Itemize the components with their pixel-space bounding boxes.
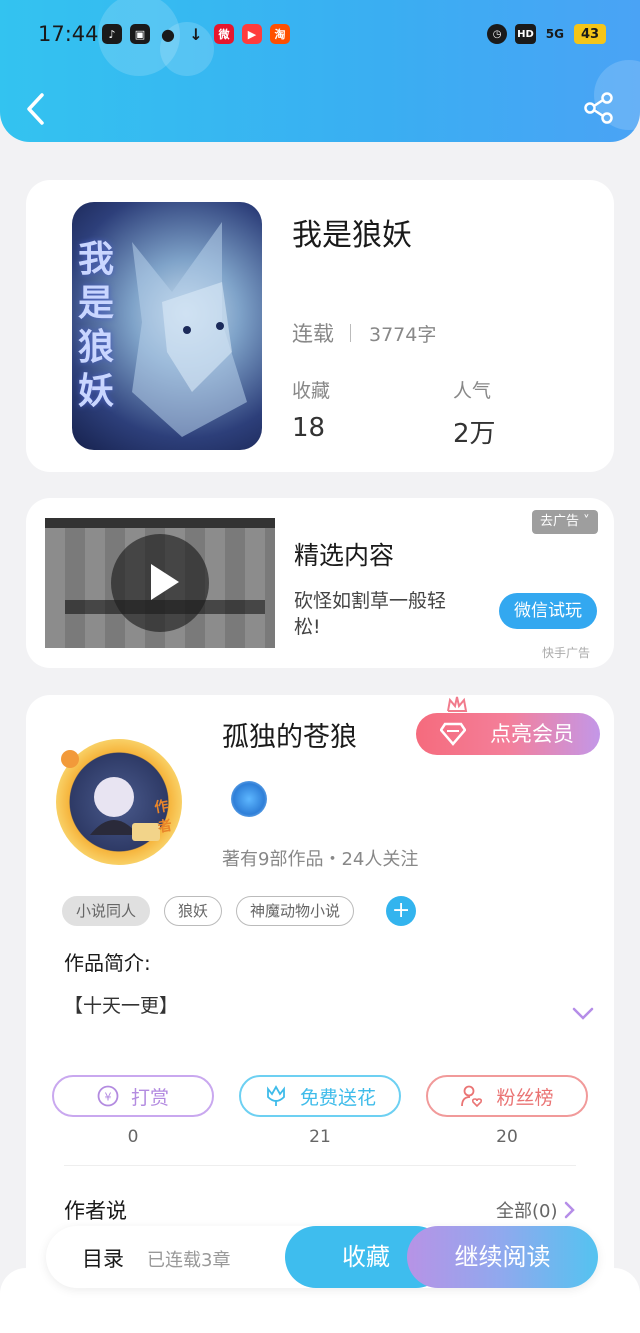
app-icon: ▣ xyxy=(130,24,150,44)
add-tag-button[interactable]: + xyxy=(386,896,417,926)
word-count: 3774字 xyxy=(369,323,437,346)
toc-button[interactable]: 目录 xyxy=(82,1243,124,1273)
tag-list: 小说同人 狼妖 神魔动物小说 + xyxy=(62,896,417,926)
view-all-link[interactable]: 全部(0) xyxy=(496,1197,576,1223)
vip-button-label: 点亮会员 xyxy=(490,722,574,746)
yuan-icon: ¥ xyxy=(97,1085,119,1107)
taobao-icon: 淘 xyxy=(270,24,290,44)
fans-count: 20 xyxy=(496,1127,518,1147)
fans-label: 粉丝榜 xyxy=(496,1086,554,1109)
remove-ad-button[interactable]: 去广告 ˅ xyxy=(532,510,598,534)
diamond-icon xyxy=(440,722,466,746)
chapter-count: 已连载3章 xyxy=(147,1250,231,1271)
flower-count: 21 xyxy=(309,1127,331,1147)
favorites-value: 18 xyxy=(292,413,326,443)
notification-icons: ♪ ▣ ● ↓ 微 ▶ 淘 xyxy=(102,24,290,44)
divider xyxy=(64,1165,576,1166)
signal-icon: 5G xyxy=(545,27,564,41)
back-icon[interactable] xyxy=(24,92,48,126)
header-bar: 17:44 ♪ ▣ ● ↓ 微 ▶ 淘 ◷ HD 5G 43 xyxy=(0,0,640,142)
divider xyxy=(350,324,351,342)
fans-ranking-button[interactable]: 粉丝榜 xyxy=(426,1075,588,1117)
popularity-stat: 人气 2万 xyxy=(453,376,496,450)
tag-item[interactable]: 狼妖 xyxy=(164,896,223,926)
weibo-icon: 微 xyxy=(214,24,234,44)
chevron-right-icon xyxy=(564,1201,575,1219)
book-cover[interactable]: 我是狼妖 xyxy=(72,202,262,450)
author-level-badge xyxy=(231,781,267,817)
download-icon: ↓ xyxy=(189,24,203,44)
ad-description: 砍怪如割草一般轻松! xyxy=(294,590,447,638)
book-title: 我是狼妖 xyxy=(292,218,412,253)
hd-icon: HD xyxy=(515,24,536,44)
user-heart-icon xyxy=(461,1085,483,1108)
popularity-label: 人气 xyxy=(453,380,492,402)
share-icon[interactable] xyxy=(584,92,614,124)
wechat-trial-button[interactable]: 微信试玩 xyxy=(499,593,597,629)
remove-ad-label: 去广告 xyxy=(540,514,580,529)
view-all-label: 全部(0) xyxy=(496,1201,558,1222)
fans-action: 粉丝榜 20 xyxy=(426,1075,588,1147)
book-status-line: 连载 3774字 xyxy=(292,318,436,348)
tip-button[interactable]: ¥ 打赏 xyxy=(52,1075,214,1117)
play-icon[interactable] xyxy=(111,534,209,632)
cover-title: 我是狼妖 xyxy=(78,239,115,412)
favorites-label: 收藏 xyxy=(292,380,331,402)
alarm-icon: ◷ xyxy=(487,24,508,44)
bottom-action-bar: 目录 已连载3章 收藏 继续阅读 xyxy=(46,1226,598,1288)
system-icons: ◷ HD 5G 43 xyxy=(487,24,606,44)
status-bar: 17:44 ♪ ▣ ● ↓ 微 ▶ 淘 ◷ HD 5G 43 xyxy=(0,18,640,52)
ad-card[interactable]: 精选内容 砍怪如割草一般轻松! 去广告 ˅ 微信试玩 快手广告 xyxy=(26,498,614,668)
crown-icon xyxy=(447,696,468,712)
wechat-icon: ● xyxy=(161,24,175,44)
tag-item[interactable]: 神魔动物小说 xyxy=(236,896,355,926)
svg-text:¥: ¥ xyxy=(104,1091,111,1104)
author-name[interactable]: 孤独的苍狼 xyxy=(222,715,357,754)
intro-text: 【十天一更】 xyxy=(64,995,179,1017)
battery-icon: 43 xyxy=(574,24,606,44)
status-time: 17:44 xyxy=(38,22,99,46)
author-actions: ¥ 打赏 0 免费送花 21 粉丝榜 20 xyxy=(52,1075,588,1155)
tiktok-icon: ♪ xyxy=(102,24,122,44)
tip-label: 打赏 xyxy=(130,1086,169,1109)
chevron-down-icon[interactable] xyxy=(572,1007,594,1021)
popularity-value: 2万 xyxy=(453,419,496,449)
thumb-topbar xyxy=(45,518,275,528)
author-works-info: 著有9部作品・24人关注 xyxy=(222,849,419,870)
video-app-icon: ▶ xyxy=(242,24,262,44)
serial-status: 连载 xyxy=(292,322,334,346)
book-info-card: 我是狼妖 我是狼妖 连载 3774字 收藏 18 人气 2万 xyxy=(26,180,614,472)
ad-video-thumbnail[interactable] xyxy=(45,518,275,648)
author-says-title: 作者说 xyxy=(64,1199,127,1223)
favorites-stat: 收藏 18 xyxy=(292,376,330,443)
flower-action: 免费送花 21 xyxy=(239,1075,401,1147)
tag-item[interactable]: 小说同人 xyxy=(62,896,151,926)
ad-title: 精选内容 xyxy=(294,541,395,570)
ad-source: 快手广告 xyxy=(542,646,591,660)
author-avatar[interactable]: 作者 xyxy=(56,739,182,865)
flower-button[interactable]: 免费送花 xyxy=(239,1075,401,1117)
flower-label: 免费送花 xyxy=(299,1086,376,1109)
flower-icon xyxy=(267,1085,285,1106)
continue-reading-button[interactable]: 继续阅读 xyxy=(407,1226,598,1288)
tip-count: 0 xyxy=(127,1127,139,1147)
tip-action: ¥ 打赏 0 xyxy=(52,1075,214,1147)
intro-label: 作品简介: xyxy=(64,951,151,975)
